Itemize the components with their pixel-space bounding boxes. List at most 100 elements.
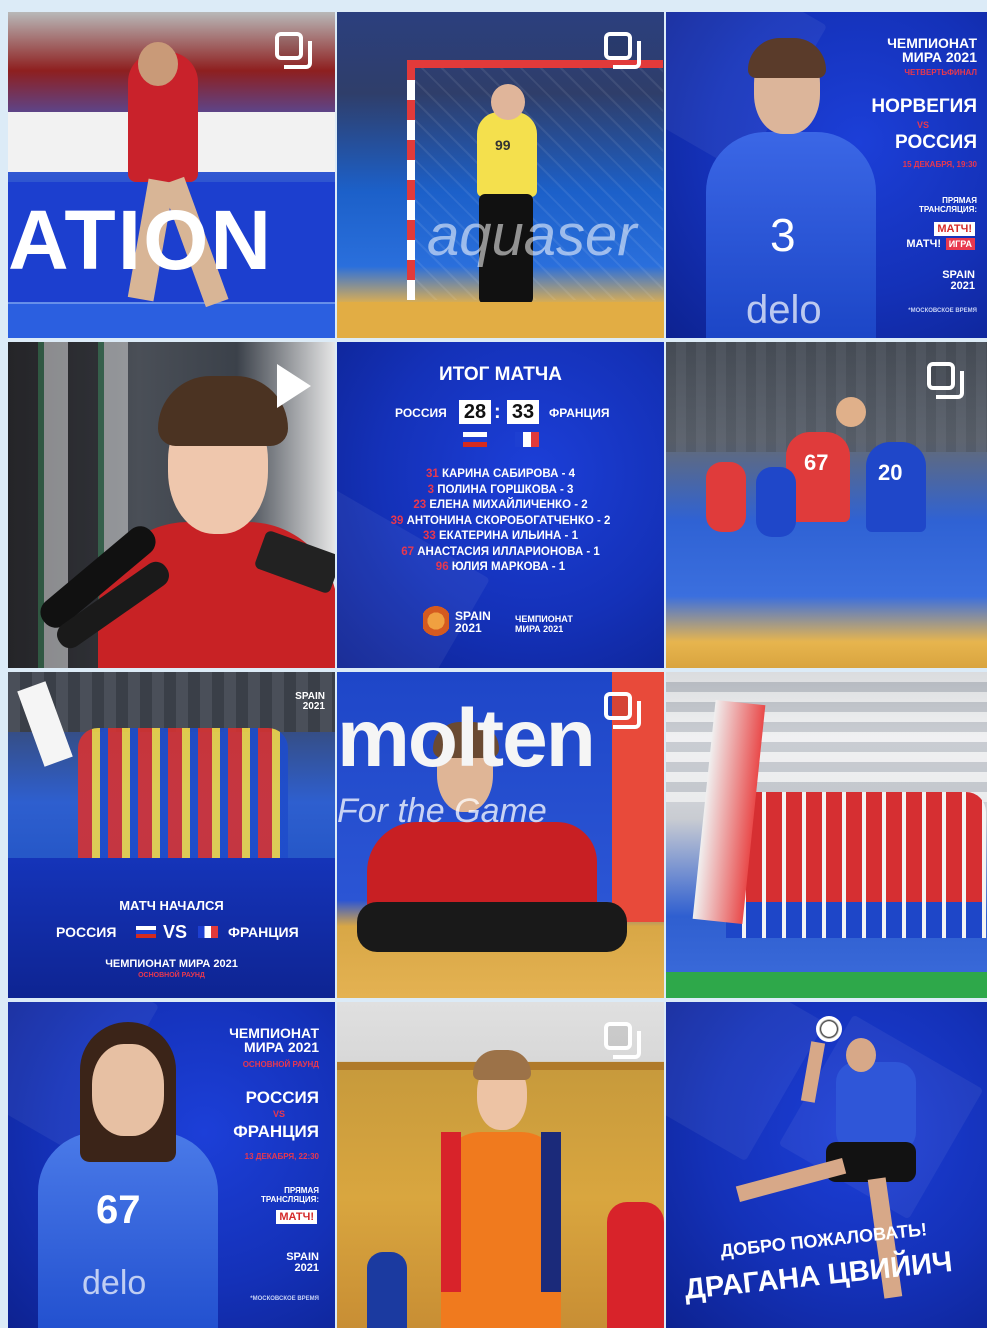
post-tile-4-video[interactable] <box>8 342 335 668</box>
player-hair <box>473 1050 531 1080</box>
player-pants <box>357 902 627 952</box>
background-player <box>367 1252 407 1328</box>
multi-photo-icon <box>604 32 642 70</box>
team2-name: ФРАНЦИЯ <box>233 1122 319 1141</box>
spain-2021-logo: SPAIN 2021 <box>286 1251 319 1274</box>
team1-name: НОРВЕГИЯ <box>871 96 977 117</box>
scorer-row: 67 АНАСТАСИЯ ИЛЛАРИОНОВА - 1 <box>401 545 600 558</box>
post-tile-5-match-result[interactable]: ИТОГ МАТЧА РОССИЯ 28 : 33 ФРАНЦИЯ 31 КАР… <box>337 342 664 668</box>
post-tile-6[interactable]: 67 20 <box>666 342 987 668</box>
team2-name: РОССИЯ <box>895 132 977 153</box>
player-sleeve <box>441 1132 461 1292</box>
team2-score: 33 <box>507 400 539 424</box>
post-tile-11[interactable] <box>337 1002 664 1328</box>
player-jersey <box>836 1062 916 1152</box>
scorer-row: 96 ЮЛИЯ МАРКОВА - 1 <box>435 561 566 573</box>
multi-photo-icon <box>275 32 313 70</box>
russia-flag-icon <box>136 926 156 938</box>
channel-game-badge: ИГРА <box>945 238 975 250</box>
championship-label: ЧЕМПИОНАТ МИРА 2021 <box>105 958 238 970</box>
player-blue-jersey <box>756 467 796 537</box>
player-head <box>846 1038 876 1072</box>
banner-text: aquaser <box>427 203 637 268</box>
spain-2021-logo: SPAIN 2021 <box>942 269 975 292</box>
championship-logo: ЧЕМПИОНАТ МИРА 2021 <box>515 614 573 634</box>
channel-badge: МАТЧ! <box>934 222 975 236</box>
scorer-row: 3 ПОЛИНА ГОРШКОВА - 3 <box>427 483 574 496</box>
multi-photo-icon <box>604 692 642 730</box>
video-play-icon <box>277 364 311 408</box>
post-tile-9[interactable] <box>666 672 987 998</box>
france-flag-icon <box>515 432 539 447</box>
goalkeeper-number: 99 <box>495 137 511 153</box>
channel-label: МАТЧ! <box>906 238 941 250</box>
scorer-row: 31 КАРИНА САБИРОВА - 4 <box>425 468 576 480</box>
banner-text: molten <box>337 693 596 784</box>
team1-score: 28 <box>459 400 491 424</box>
score-separator: : <box>494 401 501 423</box>
france-flag-icon <box>198 926 218 938</box>
banner-text: ATION <box>8 193 274 287</box>
player-sleeve <box>541 1132 561 1292</box>
handball-ball <box>816 1016 842 1042</box>
multi-photo-icon <box>927 362 965 400</box>
broadcast-label: ПРЯМАЯ ТРАНСЛЯЦИЯ: <box>918 196 977 214</box>
team-lineup <box>726 792 986 902</box>
jersey-number: 67 <box>96 1188 141 1232</box>
vs-label: VS <box>272 1109 285 1119</box>
timezone-note: *МОСКОВСКОЕ ВРЕМЯ <box>250 1296 319 1302</box>
handball-ball <box>836 397 866 427</box>
team1-name: РОССИЯ <box>245 1088 319 1107</box>
team2-name: ФРАНЦИЯ <box>228 924 299 940</box>
player-head <box>138 42 178 86</box>
player-red-jersey <box>706 462 746 532</box>
banner-slogan: For the Game <box>337 792 547 830</box>
match-date: 15 ДЕКАБРЯ, 19:30 <box>902 160 977 169</box>
team2-name: ФРАНЦИЯ <box>549 406 610 420</box>
post-tile-12-welcome[interactable]: ДОБРО ПОЖАЛОВАТЬ! ДРАГАНА ЦВИЙИЧ <box>666 1002 987 1328</box>
scorer-row: 23 ЕЛЕНА МИХАЙЛИЧЕНКО - 2 <box>413 499 588 511</box>
team-shorts <box>726 902 986 938</box>
player-blue-jersey <box>866 442 926 532</box>
championship-title: ЧЕМПИОНАТ МИРА 2021 <box>229 1025 319 1055</box>
player-head <box>491 84 525 120</box>
post-tile-2[interactable]: aquaser 99 <box>337 12 664 338</box>
scorer-row: 39 АНТОНИНА СКОРОБОГАТЧЕНКО - 2 <box>390 514 611 527</box>
sponsor-logo: delo <box>746 288 822 332</box>
spain-2021-logo: SPAIN 2021 <box>455 609 491 635</box>
court-floor <box>8 304 335 338</box>
player-hair <box>158 376 288 446</box>
broadcast-label: ПРЯМАЯ ТРАНСЛЯЦИЯ: <box>260 1186 319 1204</box>
goal-post <box>407 60 415 300</box>
match-date: 13 ДЕКАБРЯ, 22:30 <box>244 1152 319 1161</box>
russia-flag-icon <box>463 432 487 447</box>
stage-label: ОСНОВНОЙ РАУНД <box>242 1060 319 1069</box>
channel-badge: МАТЧ! <box>276 1210 317 1224</box>
player-face <box>92 1044 164 1136</box>
post-tile-8[interactable]: molten For the Game <box>337 672 664 998</box>
handball-hand-logo-icon <box>423 604 449 638</box>
post-tile-10-match-announcement[interactable]: 67 delo ЧЕМПИОНАТ МИРА 2021 ОСНОВНОЙ РАУ… <box>8 1002 335 1328</box>
jersey-number: 67 <box>804 450 829 475</box>
championship-title: ЧЕМПИОНАТ МИРА 2021 <box>887 35 977 65</box>
post-tile-7-match-started[interactable]: SPAIN 2021 МАТЧ НАЧАЛСЯ РОССИЯ VS ФРАНЦИ… <box>8 672 335 998</box>
profile-post-grid: ATION aquaser 99 3 delo ЧЕМПИОНАТ МИРА 2… <box>8 12 987 1328</box>
scorers-list: 31 КАРИНА САБИРОВА - 4 3 ПОЛИНА ГОРШКОВА… <box>337 468 664 577</box>
post-tile-3-match-announcement[interactable]: 3 delo ЧЕМПИОНАТ МИРА 2021 ЧЕТВЕРТЬФИНАЛ… <box>666 12 987 338</box>
stage-label: ЧЕТВЕРТЬФИНАЛ <box>904 68 977 77</box>
multi-photo-icon <box>604 1022 642 1060</box>
team-lineup <box>78 728 288 858</box>
result-title: ИТОГ МАТЧА <box>439 364 562 385</box>
goalkeeper-jersey <box>477 112 537 197</box>
vs-label: VS <box>916 120 929 130</box>
background-player <box>607 1202 664 1328</box>
post-tile-1[interactable]: ATION <box>8 12 335 338</box>
stage-label: ОСНОВНОЙ РАУНД <box>138 972 205 979</box>
timezone-note: *МОСКОВСКОЕ ВРЕМЯ <box>908 308 977 314</box>
team1-name: РОССИЯ <box>395 406 447 420</box>
court-floor <box>337 302 664 338</box>
jersey-number: 3 <box>770 209 796 261</box>
vs-label: VS <box>163 922 188 942</box>
announcement-title: МАТЧ НАЧАЛСЯ <box>119 898 224 913</box>
team1-name: РОССИЯ <box>56 924 117 940</box>
